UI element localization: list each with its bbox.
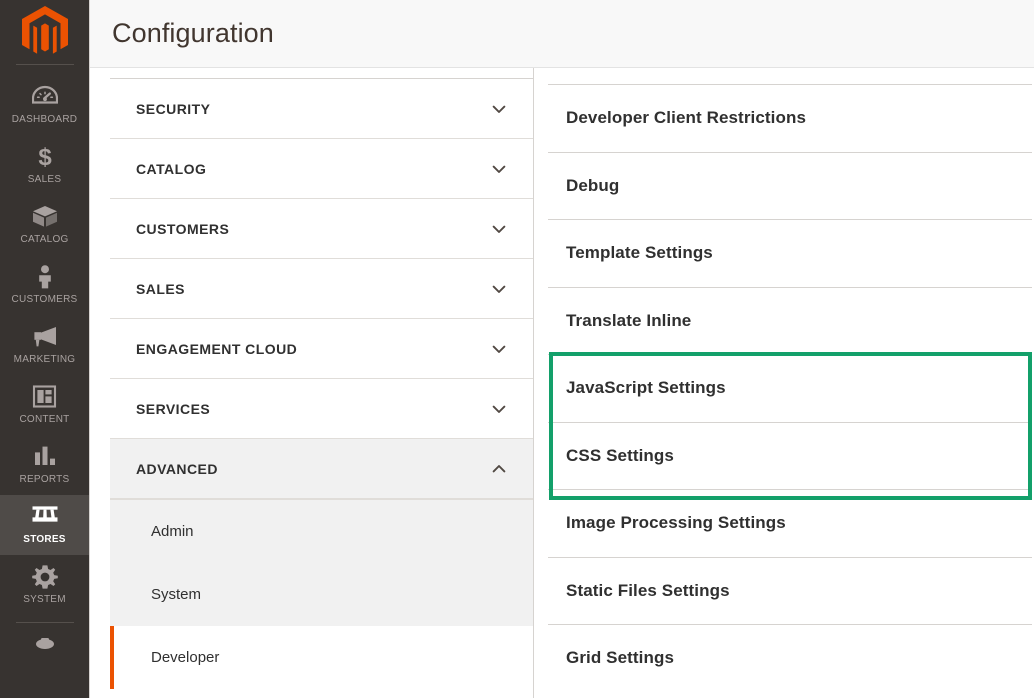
gear-icon: [2, 564, 87, 591]
chevron-up-icon: [491, 461, 507, 477]
nav-subitem-system[interactable]: System: [110, 563, 533, 626]
person-icon: [2, 264, 87, 291]
nav-section-security[interactable]: SECURITY: [110, 79, 533, 139]
chevron-down-icon: [491, 281, 507, 297]
setting-label: JavaScript Settings: [566, 378, 726, 398]
nav-scroll-clip: [110, 68, 533, 79]
nav-section-header[interactable]: SERVICES: [110, 379, 533, 438]
sidebar-item-dashboard[interactable]: DASHBOARD: [0, 75, 89, 135]
nav-subitem-label: Developer: [151, 649, 219, 666]
nav-section-engagement-cloud[interactable]: ENGAGEMENT CLOUD: [110, 319, 533, 379]
setting-debug[interactable]: Debug: [548, 152, 1032, 220]
setting-label: CSS Settings: [566, 446, 674, 466]
sidebar-item-reports[interactable]: REPORTS: [0, 435, 89, 495]
storefront-icon: [2, 504, 87, 531]
nav-section-advanced[interactable]: ADVANCED: [110, 439, 533, 499]
setting-label: Developer Client Restrictions: [566, 108, 806, 128]
nav-section-header[interactable]: CATALOG: [110, 139, 533, 198]
sidebar-item-label: CATALOG: [2, 234, 87, 246]
setting-label: Debug: [566, 176, 619, 196]
sidebar-item-label: REPORTS: [2, 474, 87, 486]
sidebar-item-customers[interactable]: CUSTOMERS: [0, 255, 89, 315]
nav-subitem-developer[interactable]: Developer: [110, 626, 533, 689]
setting-static-files-settings[interactable]: Static Files Settings: [548, 557, 1032, 625]
partial-icon: [31, 636, 59, 653]
layout-icon: [2, 384, 87, 411]
chevron-down-icon: [491, 341, 507, 357]
content-row: SECURITY CATALOG: [90, 68, 1034, 698]
nav-section-label: CUSTOMERS: [136, 221, 491, 237]
nav-section-label: ENGAGEMENT CLOUD: [136, 341, 491, 357]
dashboard-icon: [2, 84, 87, 111]
setting-developer-client-restrictions[interactable]: Developer Client Restrictions: [548, 84, 1032, 152]
sidebar-item-label: STORES: [2, 534, 87, 546]
chevron-down-icon: [491, 161, 507, 177]
sidebar-item-label: DASHBOARD: [2, 114, 87, 126]
page-header: Configuration: [90, 0, 1034, 68]
nav-advanced-sublist: Admin System Developer: [110, 499, 533, 689]
settings-list: Developer Client Restrictions Debug Temp…: [548, 68, 1032, 692]
sidebar-item-label: MARKETING: [2, 354, 87, 366]
sidebar-divider-top: [16, 64, 74, 65]
sidebar-item-partial[interactable]: [0, 623, 89, 649]
sidebar-item-label: CUSTOMERS: [2, 294, 87, 306]
chevron-down-icon: [491, 221, 507, 237]
admin-sidebar: DASHBOARD $ SALES CATALOG: [0, 0, 89, 698]
dollar-icon: $: [2, 144, 87, 171]
magento-logo-icon: [22, 6, 68, 58]
chevron-down-icon: [491, 401, 507, 417]
setting-template-settings[interactable]: Template Settings: [548, 219, 1032, 287]
chevron-down-icon: [491, 101, 507, 117]
sidebar-item-catalog[interactable]: CATALOG: [0, 195, 89, 255]
main-area: Configuration SECURITY: [89, 0, 1034, 698]
settings-list-panel: Developer Client Restrictions Debug Temp…: [534, 68, 1034, 698]
nav-section-header[interactable]: CUSTOMERS: [110, 199, 533, 258]
box-icon: [2, 204, 87, 231]
sidebar-item-system[interactable]: SYSTEM: [0, 555, 89, 615]
nav-section-services[interactable]: SERVICES: [110, 379, 533, 439]
magento-admin-page: DASHBOARD $ SALES CATALOG: [0, 0, 1034, 698]
nav-section-label: SALES: [136, 281, 491, 297]
setting-label: Grid Settings: [566, 648, 674, 668]
sidebar-item-sales[interactable]: $ SALES: [0, 135, 89, 195]
nav-section-header[interactable]: ENGAGEMENT CLOUD: [110, 319, 533, 378]
sidebar-item-stores[interactable]: STORES: [0, 495, 89, 555]
nav-section-sales[interactable]: SALES: [110, 259, 533, 319]
nav-subitem-label: Admin: [151, 523, 194, 540]
sidebar-item-label: SYSTEM: [2, 594, 87, 606]
setting-grid-settings[interactable]: Grid Settings: [548, 624, 1032, 692]
setting-label: Template Settings: [566, 243, 713, 263]
sidebar-item-label: CONTENT: [2, 414, 87, 426]
megaphone-icon: [2, 324, 87, 351]
sidebar-item-label: SALES: [2, 174, 87, 186]
setting-translate-inline[interactable]: Translate Inline: [548, 287, 1032, 355]
setting-image-processing-settings[interactable]: Image Processing Settings: [548, 489, 1032, 557]
setting-label: Static Files Settings: [566, 581, 730, 601]
nav-section-header[interactable]: ADVANCED: [110, 439, 533, 498]
nav-section-label: ADVANCED: [136, 461, 491, 477]
nav-subitem-admin[interactable]: Admin: [110, 500, 533, 563]
sidebar-item-content[interactable]: CONTENT: [0, 375, 89, 435]
bar-chart-icon: [2, 444, 87, 471]
setting-javascript-settings[interactable]: JavaScript Settings: [548, 354, 1032, 422]
svg-text:$: $: [38, 144, 52, 170]
nav-section-header[interactable]: SECURITY: [110, 79, 533, 138]
nav-section-label: SECURITY: [136, 101, 491, 117]
setting-label: Image Processing Settings: [566, 513, 786, 533]
nav-section-customers[interactable]: CUSTOMERS: [110, 199, 533, 259]
magento-logo[interactable]: [0, 0, 89, 64]
nav-subitem-label: System: [151, 586, 201, 603]
nav-section-label: SERVICES: [136, 401, 491, 417]
nav-section-catalog[interactable]: CATALOG: [110, 139, 533, 199]
nav-section-label: CATALOG: [136, 161, 491, 177]
setting-css-settings[interactable]: CSS Settings: [548, 422, 1032, 490]
nav-section-header[interactable]: SALES: [110, 259, 533, 318]
page-title: Configuration: [112, 18, 274, 49]
setting-label: Translate Inline: [566, 311, 691, 331]
configuration-nav: SECURITY CATALOG: [110, 68, 534, 698]
sidebar-item-marketing[interactable]: MARKETING: [0, 315, 89, 375]
